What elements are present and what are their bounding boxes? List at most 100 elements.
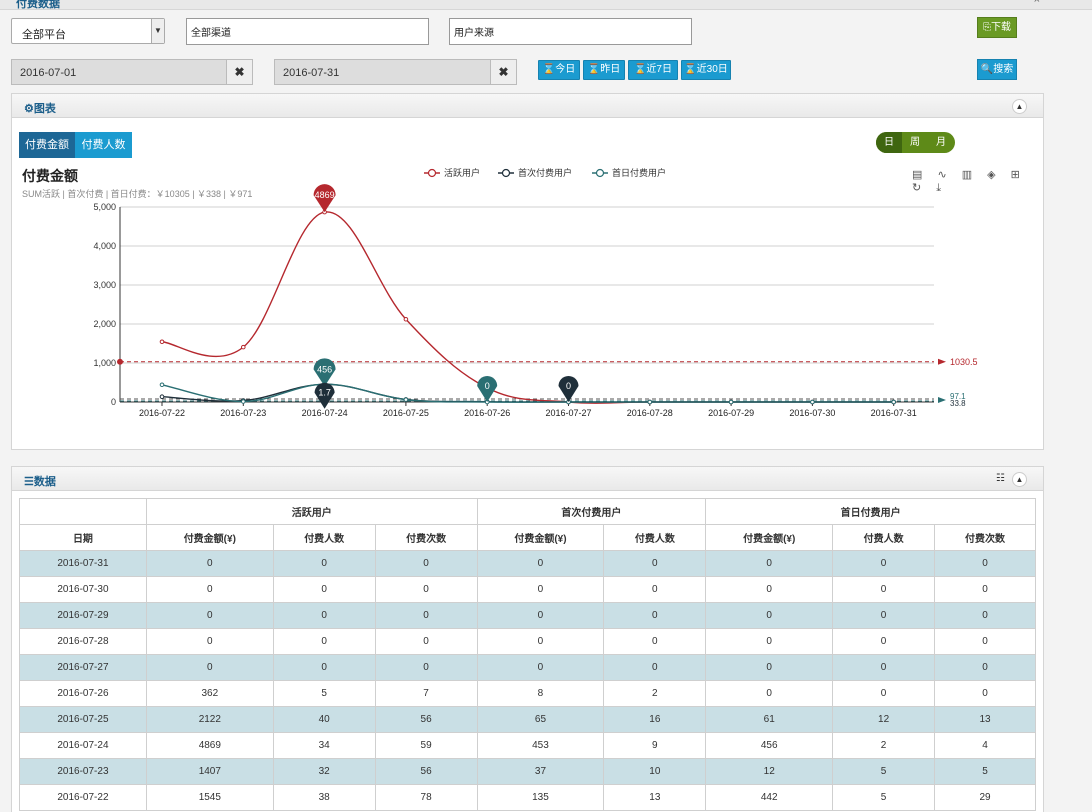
data-point xyxy=(403,397,409,402)
date-cell: 2016-07-30 xyxy=(19,576,147,603)
data-panel-title: ☰数据 xyxy=(24,476,56,488)
x-tick-label: 2016-07-25 xyxy=(383,408,429,418)
value-cell: 135 xyxy=(476,784,605,811)
last-30-days-button[interactable]: ⌛近30日 xyxy=(681,60,731,80)
value-cell: 2 xyxy=(603,680,707,707)
value-cell: 78 xyxy=(374,784,478,811)
x-tick-label: 2016-07-26 xyxy=(464,408,510,418)
table-row: 2016-07-26 362 5 7 8 2 0 0 0 xyxy=(19,680,1036,707)
list-view-icon[interactable]: ☷ xyxy=(996,473,1005,484)
value-cell: 0 xyxy=(374,576,478,603)
column-header[interactable]: 付费金额(¥) xyxy=(705,524,834,551)
table-row: 2016-07-29 0 0 0 0 0 0 0 0 xyxy=(19,602,1036,629)
legend-marker xyxy=(427,168,437,178)
platform-select[interactable]: 全部平台 ▼ xyxy=(11,18,165,44)
value-cell: 0 xyxy=(934,576,1036,603)
mark-point-label: 4869 xyxy=(315,190,335,200)
x-tick-label: 2016-07-22 xyxy=(139,408,185,418)
value-cell: 0 xyxy=(603,550,707,577)
start-date-field[interactable]: 2016-07-01 ✖ xyxy=(11,59,253,85)
value-cell: 0 xyxy=(145,602,274,629)
value-cell: 362 xyxy=(145,680,274,707)
value-cell: 40 xyxy=(272,706,376,733)
value-cell: 4 xyxy=(934,732,1036,759)
value-cell: 0 xyxy=(934,654,1036,681)
payment-data-table: 活跃用户 首次付费用户 首日付费用户 日期 付费金额(¥) 付费人数 付费次数 付费金额… xyxy=(19,498,1036,811)
value-cell: 0 xyxy=(603,628,707,655)
legend-label: 首日付费用户 xyxy=(612,167,666,178)
value-cell: 0 xyxy=(476,602,605,629)
y-tick-label: 3,000 xyxy=(93,280,116,290)
column-header[interactable]: 付费人数 xyxy=(832,524,936,551)
value-cell: 0 xyxy=(832,550,936,577)
table-row: 2016-07-24 4869 34 59 453 9 456 2 4 xyxy=(19,732,1036,759)
collapse-chart-icon[interactable]: ▲ xyxy=(1012,99,1027,114)
value-cell: 56 xyxy=(374,706,478,733)
value-cell: 0 xyxy=(705,628,834,655)
payment-line-chart: 0 1,000 2,000 3,000 4,000 5,000 2016-07-22 2016… xyxy=(93,167,977,418)
column-header[interactable]: 付费人数 xyxy=(603,524,707,551)
x-tick-label: 2016-07-31 xyxy=(871,408,917,418)
value-cell: 12 xyxy=(832,706,936,733)
value-cell: 0 xyxy=(145,550,274,577)
yesterday-button[interactable]: ⌛昨日 xyxy=(583,60,625,80)
value-cell: 0 xyxy=(272,628,376,655)
value-cell: 453 xyxy=(476,732,605,759)
data-point xyxy=(647,399,653,405)
value-cell: 0 xyxy=(934,628,1036,655)
source-input[interactable] xyxy=(450,19,691,44)
column-header[interactable]: 付费金额(¥) xyxy=(476,524,605,551)
value-cell: 0 xyxy=(374,602,478,629)
table-row: 2016-07-31 0 0 0 0 0 0 0 0 xyxy=(19,550,1036,577)
value-cell: 0 xyxy=(272,576,376,603)
value-cell: 0 xyxy=(145,576,274,603)
group-header-first-pay: 首次付费用户 xyxy=(476,498,707,525)
value-cell: 1407 xyxy=(145,758,274,785)
mark-point-label: 1.7 xyxy=(318,388,331,398)
average-line-label: 33.8 xyxy=(950,399,966,408)
x-tick-label: 2016-07-23 xyxy=(220,408,266,418)
today-button[interactable]: ⌛今日 xyxy=(538,60,580,80)
channel-field[interactable] xyxy=(186,18,429,45)
channel-input[interactable] xyxy=(187,19,428,44)
clear-end-date-icon[interactable]: ✖ xyxy=(490,60,516,84)
value-cell: 13 xyxy=(934,706,1036,733)
value-cell: 65 xyxy=(476,706,605,733)
value-cell: 5 xyxy=(832,758,936,785)
value-cell: 0 xyxy=(272,550,376,577)
data-point xyxy=(810,399,815,405)
chart-panel-title: ⚙图表 xyxy=(24,103,56,115)
column-header[interactable]: 付费次数 xyxy=(934,524,1036,551)
value-cell: 32 xyxy=(272,758,376,785)
table-body: 2016-07-31 0 0 0 0 0 0 0 0 2016-07-30 0 0 0 0 0 0 0 0 2016… xyxy=(19,550,1036,811)
y-tick-label: 1,000 xyxy=(93,358,116,368)
column-header[interactable]: 日期 xyxy=(19,524,147,551)
value-cell: 0 xyxy=(832,628,936,655)
source-field[interactable] xyxy=(449,18,692,45)
close-icon[interactable]: × xyxy=(1034,0,1040,6)
table-row: 2016-07-30 0 0 0 0 0 0 0 0 xyxy=(19,576,1036,603)
column-header[interactable]: 付费人数 xyxy=(272,524,376,551)
value-cell: 4869 xyxy=(145,732,274,759)
date-cell: 2016-07-28 xyxy=(19,628,147,655)
table-row: 2016-07-23 1407 32 56 37 10 12 5 5 xyxy=(19,758,1036,785)
y-tick-label: 4,000 xyxy=(93,241,116,251)
download-button[interactable]: ⎘下载 xyxy=(977,17,1017,38)
value-cell: 56 xyxy=(374,758,478,785)
collapse-data-icon[interactable]: ▲ xyxy=(1012,472,1027,487)
value-cell: 0 xyxy=(934,602,1036,629)
table-header-corner xyxy=(19,498,147,525)
column-header[interactable]: 付费金额(¥) xyxy=(145,524,274,551)
last-7-days-button[interactable]: ⌛近7日 xyxy=(628,60,678,80)
data-panel: ☰数据 ☷ ▲ 活跃用户 首次付费用户 首日付费用户 日期 付费金额(¥) 付费人数… xyxy=(11,466,1044,812)
scrollbar-track[interactable] xyxy=(1046,10,1092,812)
column-header[interactable]: 付费次数 xyxy=(374,524,478,551)
data-point xyxy=(403,316,409,322)
search-button[interactable]: 🔍搜索 xyxy=(977,59,1017,80)
mark-point-label: 0 xyxy=(566,381,571,391)
x-tick-label: 2016-07-24 xyxy=(302,408,348,418)
end-date-field[interactable]: 2016-07-31 ✖ xyxy=(274,59,517,85)
value-cell: 61 xyxy=(705,706,834,733)
chevron-down-icon[interactable]: ▼ xyxy=(151,19,164,43)
clear-start-date-icon[interactable]: ✖ xyxy=(226,60,252,84)
